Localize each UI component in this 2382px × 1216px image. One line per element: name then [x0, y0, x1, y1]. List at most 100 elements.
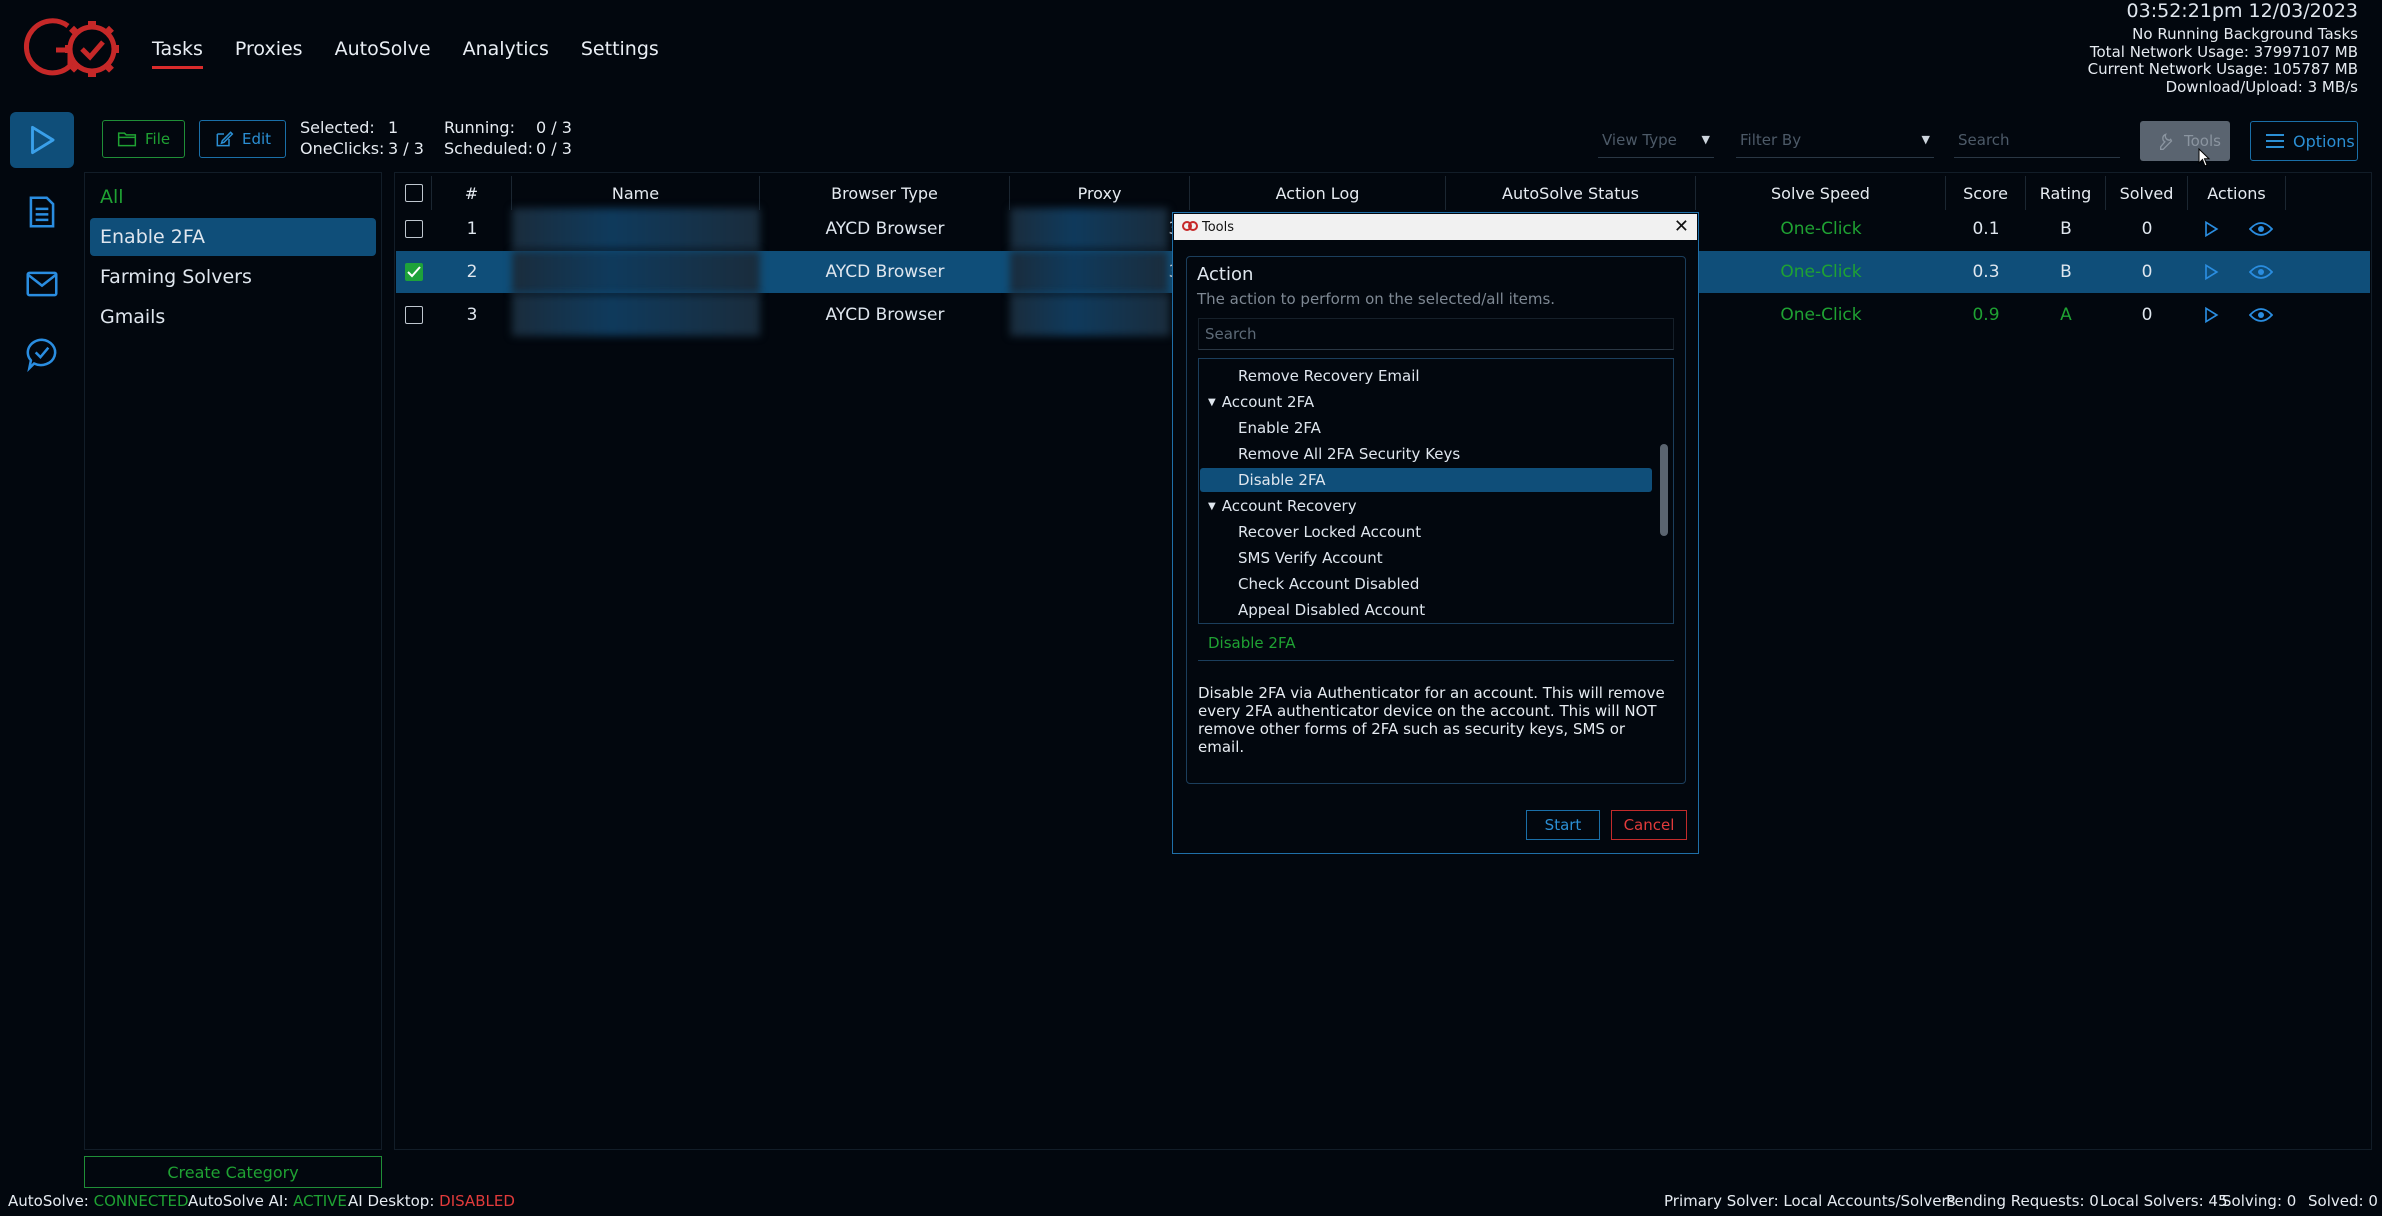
rail-mail[interactable] [10, 256, 74, 312]
nav-autosolve[interactable]: AutoSolve [335, 38, 431, 69]
select-all-checkbox[interactable] [404, 184, 423, 202]
create-category-button[interactable]: Create Category [84, 1156, 382, 1188]
list-scrollbar[interactable] [1660, 444, 1668, 536]
search-input[interactable]: Search [1954, 122, 2120, 158]
nav-proxies[interactable]: Proxies [235, 38, 303, 69]
action-title: Action [1197, 264, 1254, 285]
main-nav: Tasks Proxies AutoSolve Analytics Settin… [152, 38, 659, 69]
row-score: 0.3 [1972, 262, 2000, 282]
oneclicks-value: 3 / 3 [388, 139, 424, 158]
local-solvers: Local Solvers: 45 [2100, 1192, 2228, 1210]
col-solve-speed[interactable]: Solve Speed [1696, 176, 1946, 210]
col-score[interactable]: Score [1946, 176, 2026, 210]
menu-icon [2266, 134, 2284, 148]
action-item-enable-2fa[interactable]: Enable 2FA [1200, 416, 1652, 440]
action-search-placeholder: Search [1205, 325, 1257, 343]
action-group-account-recovery[interactable]: ▼ Account Recovery [1200, 494, 1652, 518]
eye-icon[interactable] [2249, 306, 2273, 324]
row-name [512, 208, 760, 250]
row-solve-speed: One-Click [1780, 219, 1862, 239]
autosolve-ai-label: AutoSolve AI: [188, 1192, 289, 1210]
rail-documents[interactable] [10, 184, 74, 240]
col-name[interactable]: Name [512, 176, 760, 210]
rail-chat[interactable] [10, 326, 74, 382]
row-proxy [1010, 294, 1190, 336]
col-browser-type[interactable]: Browser Type [760, 176, 1010, 210]
caret-down-icon: ▼ [1208, 396, 1216, 408]
app-logo [20, 14, 130, 84]
col-action-log[interactable]: Action Log [1190, 176, 1446, 210]
ai-desktop-value: DISABLED [439, 1192, 515, 1210]
action-search-input[interactable]: Search [1198, 318, 1674, 350]
filter-by-select[interactable]: Filter By ▼ [1736, 122, 1934, 158]
options-button[interactable]: Options [2250, 121, 2358, 161]
col-actions: Actions [2188, 176, 2286, 210]
dialog-titlebar: Tools ✕ [1174, 214, 1697, 240]
action-item-appeal-disabled-account[interactable]: Appeal Disabled Account [1200, 598, 1652, 622]
play-icon[interactable] [2201, 262, 2221, 282]
category-enable-2fa[interactable]: Enable 2FA [90, 218, 376, 256]
edit-icon [216, 131, 234, 147]
category-gmails[interactable]: Gmails [90, 298, 376, 336]
autosolve-status-label: AutoSolve: [8, 1192, 89, 1210]
play-icon[interactable] [2201, 305, 2221, 325]
close-icon[interactable]: ✕ [1674, 216, 1689, 237]
row-checkbox[interactable] [405, 306, 423, 324]
action-group-account-2fa[interactable]: ▼ Account 2FA [1200, 390, 1652, 414]
status-bar: AutoSolve: CONNECTED AutoSolve AI: ACTIV… [0, 1190, 2382, 1216]
clock: 03:52:21pm 12/03/2023 [2126, 0, 2358, 22]
edit-button[interactable]: Edit [199, 120, 287, 158]
autosolve-status-value: CONNECTED [93, 1192, 189, 1210]
eye-icon[interactable] [2249, 263, 2273, 281]
col-rating[interactable]: Rating [2026, 176, 2106, 210]
selected-action-value: Disable 2FA [1208, 634, 1296, 652]
start-button[interactable]: Start [1526, 810, 1600, 840]
row-score: 0.9 [1972, 305, 2000, 325]
selected-label: Selected: [300, 118, 375, 137]
autosolve-status: AutoSolve: CONNECTED [8, 1192, 189, 1210]
nav-settings[interactable]: Settings [581, 38, 659, 69]
col-solved[interactable]: Solved [2106, 176, 2188, 210]
nav-tasks[interactable]: Tasks [152, 38, 203, 69]
mail-icon [26, 271, 58, 297]
background-tasks-status: No Running Background Tasks [2132, 25, 2358, 43]
nav-analytics[interactable]: Analytics [463, 38, 549, 69]
row-rating: B [2060, 219, 2072, 239]
col-autosolve-status[interactable]: AutoSolve Status [1446, 176, 1696, 210]
col-num[interactable]: # [432, 176, 512, 210]
view-type-select[interactable]: View Type ▼ [1598, 122, 1714, 158]
cancel-button[interactable]: Cancel [1611, 810, 1687, 840]
group-label: Account Recovery [1221, 497, 1357, 515]
action-item-remove-recovery-email[interactable]: Remove Recovery Email [1200, 364, 1652, 388]
tools-button[interactable]: Tools [2140, 121, 2230, 161]
rail-tasks[interactable] [10, 112, 74, 168]
row-solve-speed: One-Click [1780, 262, 1862, 282]
app-small-icon [1182, 220, 1198, 236]
scheduled-label: Scheduled: [444, 139, 534, 158]
chevron-down-icon: ▼ [1921, 133, 1930, 146]
autosolve-ai-value: ACTIVE [293, 1192, 347, 1210]
row-checkbox[interactable] [405, 220, 423, 238]
action-item-check-account-disabled[interactable]: Check Account Disabled [1200, 572, 1652, 596]
col-proxy[interactable]: Proxy [1010, 176, 1190, 210]
action-item-disable-2fa[interactable]: Disable 2FA [1200, 468, 1652, 492]
ai-desktop-status: AI Desktop: DISABLED [348, 1192, 515, 1210]
dialog-title: Tools [1202, 219, 1235, 235]
eye-icon[interactable] [2249, 220, 2273, 238]
action-item-remove-all-2fa-keys[interactable]: Remove All 2FA Security Keys [1200, 442, 1652, 466]
row-rating: B [2060, 262, 2072, 282]
row-solve-speed: One-Click [1780, 305, 1862, 325]
action-item-recover-locked-account[interactable]: Recover Locked Account [1200, 520, 1652, 544]
play-icon[interactable] [2201, 219, 2221, 239]
row-checkbox[interactable] [405, 263, 423, 281]
divider [1198, 660, 1674, 661]
file-button[interactable]: File [102, 120, 186, 158]
filter-by-placeholder: Filter By [1740, 130, 1802, 149]
row-solved: 0 [2141, 305, 2153, 325]
network-info: No Running Background Tasks Total Networ… [2088, 25, 2358, 96]
row-num: 3 [466, 305, 478, 325]
action-item-sms-verify-account[interactable]: SMS Verify Account [1200, 546, 1652, 570]
wrench-icon [2160, 133, 2173, 150]
category-all[interactable]: All [90, 178, 376, 216]
category-farming-solvers[interactable]: Farming Solvers [90, 258, 376, 296]
